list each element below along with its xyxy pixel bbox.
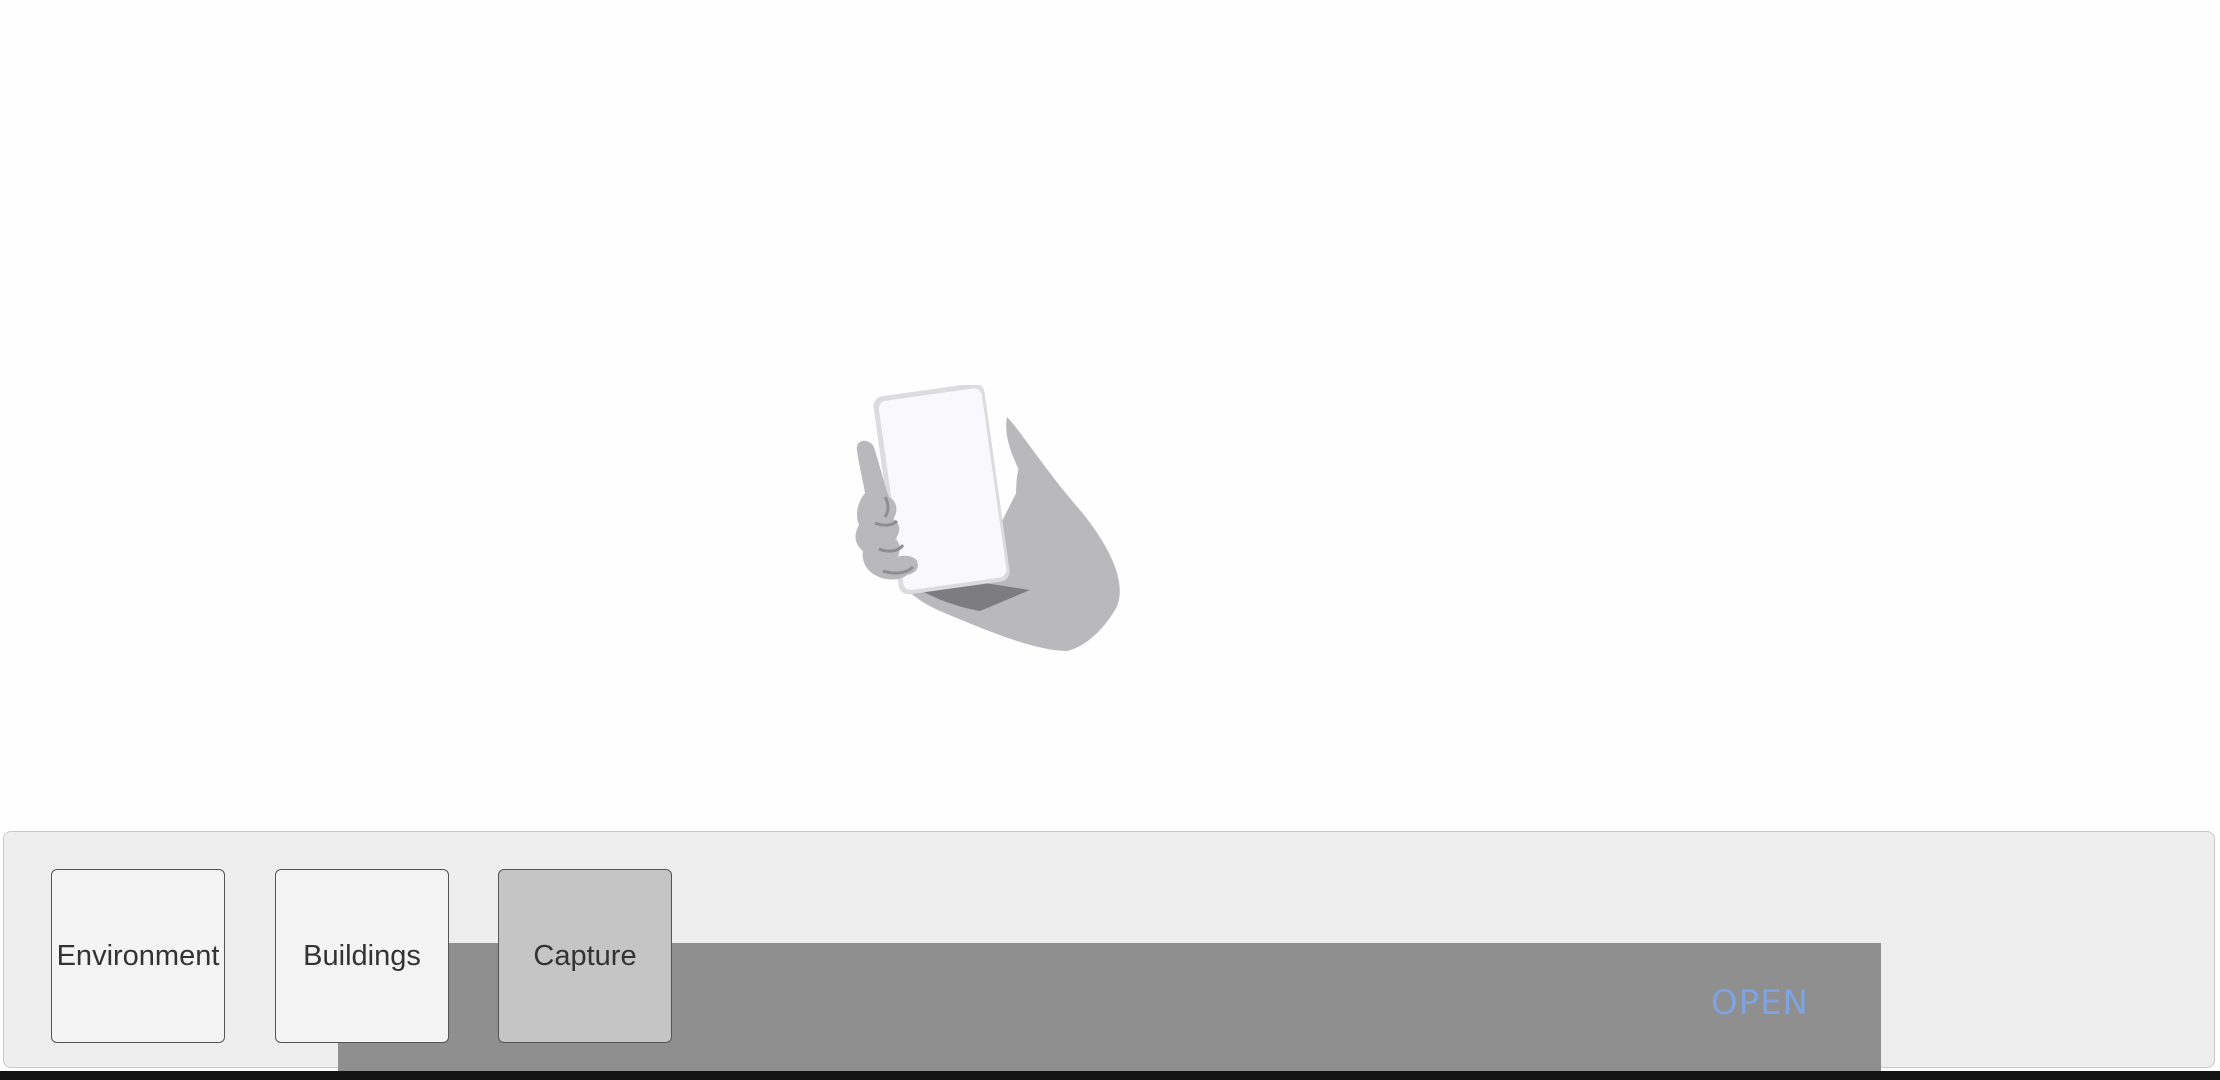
navigation-bar-edge	[0, 1071, 2220, 1080]
capture-button[interactable]: Capture	[498, 869, 672, 1043]
buildings-button[interactable]: Buildings	[275, 869, 449, 1043]
snackbar-open-button[interactable]: OPEN	[1711, 983, 1809, 1023]
environment-button[interactable]: Environment	[51, 869, 225, 1043]
hand-holding-phone-icon	[855, 385, 1120, 651]
ar-camera-viewport[interactable]	[0, 0, 2220, 830]
